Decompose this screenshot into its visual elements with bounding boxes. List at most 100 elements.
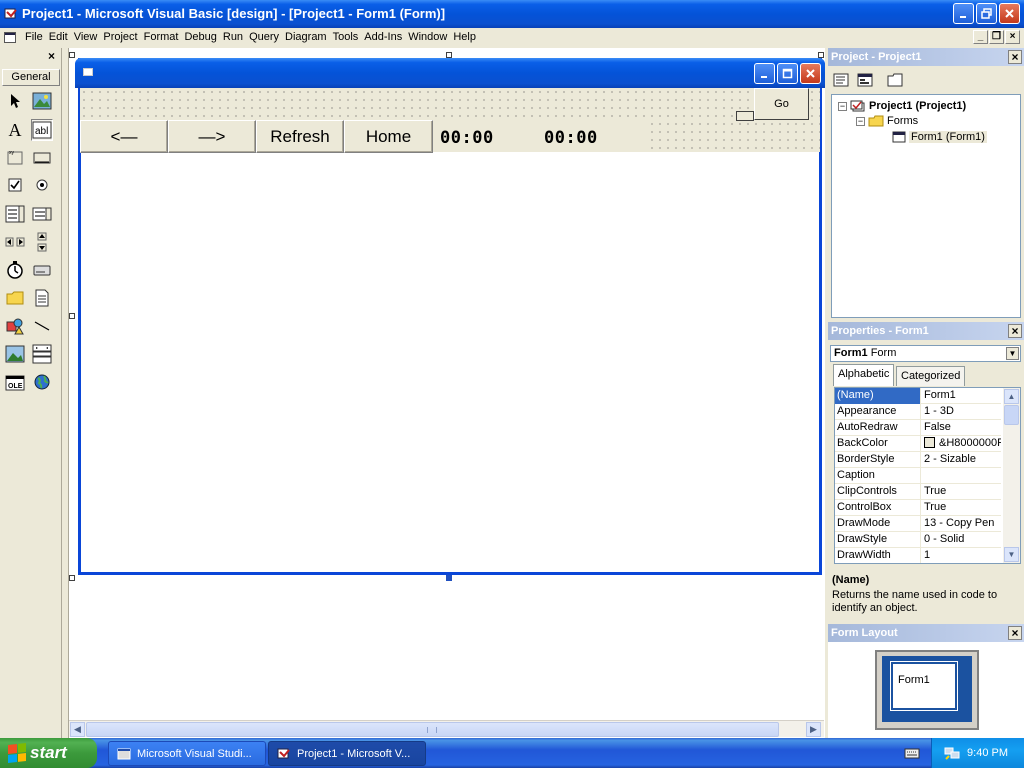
commandbutton-tool[interactable]	[31, 146, 53, 168]
forward-button[interactable]: —>	[168, 120, 256, 153]
resize-handle-n[interactable]	[446, 52, 452, 58]
form1-title-bar[interactable]	[75, 58, 825, 88]
toolbox-close-button[interactable]: ×	[45, 50, 58, 63]
scroll-up-button[interactable]: ▲	[1004, 389, 1019, 404]
dirlistbox-tool[interactable]	[4, 287, 26, 309]
resize-handle-w[interactable]	[69, 313, 75, 319]
property-row[interactable]: DrawStyle 0 - Solid	[835, 532, 1001, 548]
menu-tools[interactable]: Tools	[332, 31, 363, 43]
combobox-tool[interactable]	[4, 203, 26, 225]
view-object-button[interactable]	[854, 69, 876, 91]
scroll-left-button[interactable]: ◀	[70, 722, 85, 737]
tree-project-node[interactable]: − Project1 (Project1)	[838, 99, 966, 113]
properties-panel-close-button[interactable]: ×	[1008, 324, 1022, 338]
time-label-2[interactable]: 00:00	[544, 128, 598, 148]
optionbutton-tool[interactable]	[31, 174, 53, 196]
property-row[interactable]: Caption	[835, 468, 1001, 484]
workspace-hscrollbar[interactable]: ◀ ▶	[69, 720, 824, 737]
resize-handle-nw[interactable]	[69, 52, 75, 58]
scroll-thumb[interactable]	[1004, 405, 1019, 425]
property-vscrollbar[interactable]: ▲ ▼	[1003, 388, 1020, 563]
resize-handle-sw[interactable]	[69, 575, 75, 581]
listbox-tool[interactable]	[31, 203, 53, 225]
timer-tool[interactable]	[4, 259, 26, 281]
filelistbox-tool[interactable]	[31, 287, 53, 309]
textbox-tool[interactable]: abl	[31, 119, 53, 141]
tree-forms-node[interactable]: − Forms	[856, 115, 918, 127]
collapse-icon[interactable]: −	[838, 101, 847, 111]
menu-format[interactable]: Format	[143, 31, 183, 43]
property-row[interactable]: Appearance 1 - 3D	[835, 404, 1001, 420]
time-label-1[interactable]: 00:00	[440, 128, 494, 148]
menu-edit[interactable]: Edit	[48, 31, 72, 43]
property-row[interactable]: BackColor &H8000000F	[835, 436, 1001, 452]
home-button[interactable]: Home	[344, 120, 433, 153]
property-row[interactable]: DrawWidth 1	[835, 548, 1001, 563]
menu-add-ins[interactable]: Add-Ins	[363, 31, 406, 43]
form-maximize-button[interactable]	[777, 63, 798, 84]
menu-debug[interactable]: Debug	[183, 31, 220, 43]
mdi-close-button[interactable]: ×	[1005, 30, 1020, 44]
tab-categorized[interactable]: Categorized	[896, 366, 966, 386]
taskbar-item-project1[interactable]: Project1 - Microsoft V...	[268, 741, 426, 766]
menu-run[interactable]: Run	[222, 31, 247, 43]
mdi-restore-button[interactable]: ❐	[989, 30, 1004, 44]
property-row[interactable]: (Name) Form1	[835, 388, 1001, 404]
project-panel-close-button[interactable]: ×	[1008, 50, 1022, 64]
mdi-child-icon[interactable]	[4, 32, 16, 43]
checkbox-tool[interactable]	[4, 174, 26, 196]
form-layout-panel-titlebar[interactable]: Form Layout ×	[828, 624, 1024, 642]
menu-window[interactable]: Window	[407, 31, 451, 43]
resize-handle-ne[interactable]	[818, 52, 824, 58]
form-close-button[interactable]	[800, 63, 821, 84]
property-row[interactable]: BorderStyle 2 - Sizable	[835, 452, 1001, 468]
clock[interactable]: 9:40 PM	[967, 747, 1008, 759]
menu-help[interactable]: Help	[452, 31, 480, 43]
small-control[interactable]	[736, 111, 754, 121]
restore-button[interactable]	[976, 3, 997, 24]
keyboard-icon[interactable]	[904, 747, 920, 759]
property-row[interactable]: ClipControls True	[835, 484, 1001, 500]
view-code-button[interactable]	[830, 69, 852, 91]
form-layout-form1[interactable]: Form1	[890, 661, 958, 711]
pointer-tool[interactable]	[4, 90, 26, 112]
frame-tool[interactable]: xy	[4, 146, 26, 168]
menu-file[interactable]: File	[24, 31, 47, 43]
label-tool[interactable]: A	[4, 119, 26, 141]
form-minimize-button[interactable]	[754, 63, 775, 84]
project-panel-titlebar[interactable]: Project - Project1 ×	[828, 48, 1024, 66]
chevron-down-icon[interactable]: ▼	[1006, 347, 1019, 360]
start-button[interactable]: start	[0, 738, 97, 768]
minimize-button[interactable]	[953, 3, 974, 24]
line-tool[interactable]	[31, 315, 53, 337]
tab-alphabetic[interactable]: Alphabetic	[833, 364, 895, 386]
scroll-down-button[interactable]: ▼	[1004, 547, 1019, 562]
close-button[interactable]	[999, 3, 1020, 24]
ole-tool[interactable]: OLE	[4, 371, 26, 393]
object-select[interactable]: Form1 Form ▼	[830, 345, 1021, 362]
refresh-button[interactable]: Refresh	[256, 120, 344, 153]
resize-handle-s[interactable]	[446, 575, 452, 581]
network-icon[interactable]	[944, 745, 960, 761]
taskbar-item-visual-studio[interactable]: Microsoft Visual Studi...	[108, 741, 266, 766]
shape-tool[interactable]	[4, 315, 26, 337]
back-button[interactable]: <—	[80, 120, 168, 153]
property-row[interactable]: DrawMode 13 - Copy Pen	[835, 516, 1001, 532]
scroll-thumb[interactable]	[86, 722, 779, 737]
data-tool[interactable]	[31, 343, 53, 365]
toolbox-general-tab[interactable]: General	[2, 69, 60, 86]
menu-view[interactable]: View	[73, 31, 102, 43]
go-button[interactable]: Go	[754, 88, 809, 120]
property-row[interactable]: ControlBox True	[835, 500, 1001, 516]
picturebox-tool[interactable]	[31, 90, 53, 112]
vscrollbar-tool[interactable]	[31, 231, 53, 253]
menu-diagram[interactable]: Diagram	[284, 31, 331, 43]
toggle-folders-button[interactable]	[884, 69, 906, 91]
scroll-right-button[interactable]: ▶	[806, 722, 821, 737]
title-bar[interactable]: Project1 - Microsoft Visual Basic [desig…	[0, 0, 1024, 28]
form-layout-panel-close-button[interactable]: ×	[1008, 626, 1022, 640]
menu-query[interactable]: Query	[248, 31, 283, 43]
vb-app-icon[interactable]	[4, 7, 18, 21]
property-row[interactable]: AutoRedraw False	[835, 420, 1001, 436]
properties-panel-titlebar[interactable]: Properties - Form1 ×	[828, 322, 1024, 340]
